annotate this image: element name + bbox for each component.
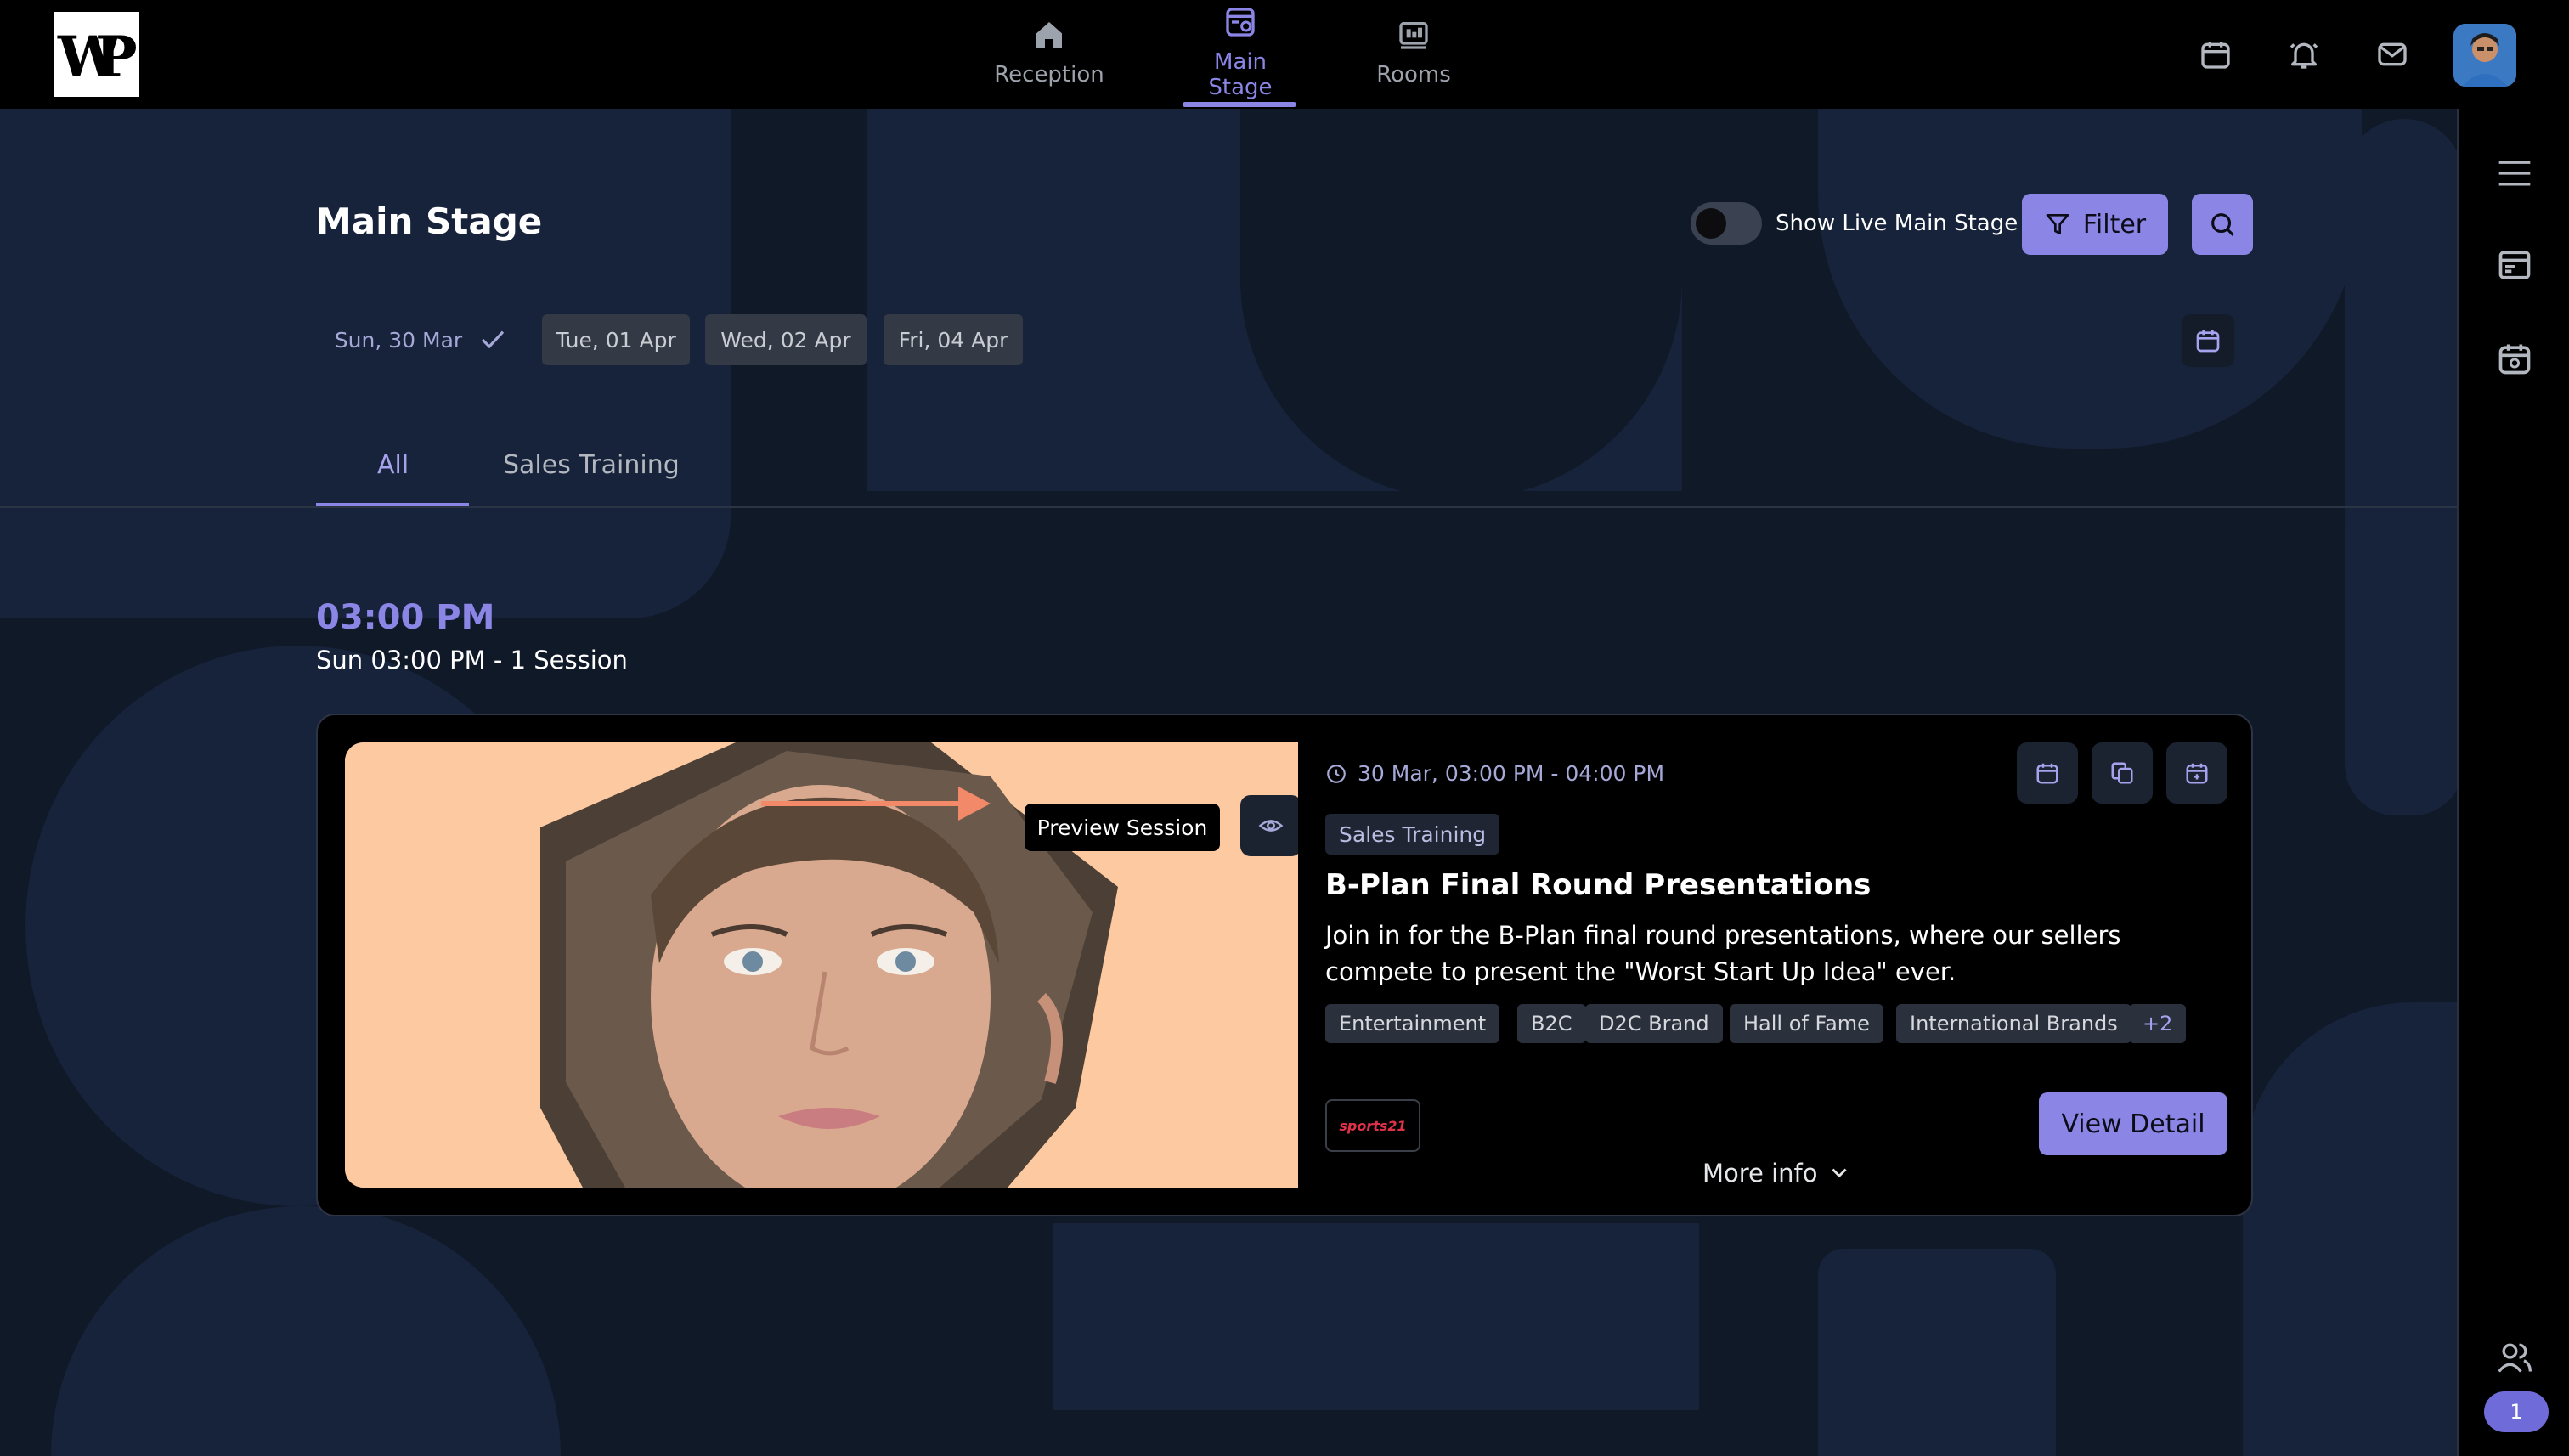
app-logo[interactable]: W P [54,12,139,97]
page-title: Main Stage [316,200,543,242]
divider [0,506,2457,508]
toggle-knob [1696,208,1726,239]
filter-icon [2046,214,2069,234]
rooms-icon [1399,22,1428,49]
filter-label: Filter [2082,209,2147,240]
date-chip-label: Tue, 01 Apr [556,327,676,353]
attendees-icon[interactable] [2496,1339,2533,1376]
nav-active-indicator [1183,102,1296,107]
more-info-toggle[interactable]: More info [1702,1159,1850,1188]
date-chip-label: Wed, 02 Apr [720,327,851,353]
date-chip-wed-02-apr[interactable]: Wed, 02 Apr [705,314,867,365]
session-description: Join in for the B-Plan final round prese… [1325,921,2121,986]
check-icon [482,330,505,349]
session-datetime: 30 Mar, 03:00 PM - 04:00 PM [1325,761,1664,786]
toggle-label: Show Live Main Stage [1776,211,2019,236]
calendar-icon [2196,330,2220,353]
date-chip-tue-01-apr[interactable]: Tue, 01 Apr [542,314,690,365]
session-tag: International Brands [1896,1004,2131,1043]
tab-sales-training[interactable]: Sales Training [503,450,680,480]
session-tag: B2C [1517,1004,1586,1043]
date-chip-fri-04-apr[interactable]: Fri, 04 Apr [884,314,1023,365]
session-track-badge: Sales Training [1325,814,1500,855]
date-chip-label: Fri, 04 Apr [898,327,1008,353]
attendees-count-badge: 1 [2484,1391,2549,1432]
date-chip-sun-30-mar[interactable]: Sun, 30 Mar [319,314,523,365]
copy-icon [2111,762,2133,784]
nav-rooms[interactable]: Rooms [1368,0,1460,109]
session-tag: D2C Brand [1585,1004,1723,1043]
eye-icon [1258,820,1284,832]
clock-icon [1327,764,1346,783]
nav-reception-label: Reception [994,62,1104,87]
user-avatar[interactable] [2453,24,2516,87]
more-tags-badge[interactable]: +2 [2129,1004,2187,1043]
agenda-icon[interactable] [2496,246,2533,284]
nav-rooms-label: Rooms [1376,62,1451,87]
sponsor-logo-text: sports21 [1339,1117,1407,1134]
add-to-calendar-button[interactable] [2017,742,2078,804]
sponsor-logo[interactable]: sports21 [1325,1099,1420,1152]
home-icon [1036,22,1062,48]
calendar-icon [2036,763,2058,784]
session-tag: Entertainment [1325,1004,1500,1043]
avatar-image [2453,24,2516,87]
filter-button[interactable]: Filter [2022,194,2168,255]
tab-all[interactable]: All [377,450,409,480]
bell-icon[interactable] [2287,37,2321,71]
calendar-add-icon [2186,763,2208,784]
top-navigation-bar: W P Reception Main Stage Rooms [0,0,2569,109]
search-icon [2211,213,2234,236]
live-main-stage-toggle[interactable] [1691,202,1762,245]
view-detail-button[interactable]: View Detail [2039,1092,2227,1155]
nav-main-stage-label: Main Stage [1208,49,1273,100]
schedule-meeting-button[interactable] [2166,742,2227,804]
svg-text:P: P [95,24,138,88]
more-info-label: More info [1702,1159,1818,1188]
copy-session-button[interactable] [2092,742,2153,804]
wp-logo-icon: W P [57,24,138,88]
session-card: Preview Session 30 Mar, 03:00 PM - 04:00… [316,714,2253,1216]
session-title[interactable]: B-Plan Final Round Presentations [1325,868,1871,902]
mail-icon[interactable] [2375,37,2409,71]
nav-reception[interactable]: Reception [994,0,1104,109]
time-slot-subtitle: Sun 03:00 PM - 1 Session [316,646,628,674]
nav-main-stage[interactable]: Main Stage [1179,0,1301,109]
view-detail-label: View Detail [2061,1109,2205,1139]
stage-icon [1226,8,1255,37]
preview-session-tooltip: Preview Session [1025,804,1220,851]
session-thumbnail[interactable]: Preview Session [345,742,1298,1188]
menu-icon[interactable] [2496,155,2533,192]
session-datetime-text: 30 Mar, 03:00 PM - 04:00 PM [1358,761,1665,786]
date-chip-label: Sun, 30 Mar [334,327,463,353]
schedule-calendar-icon[interactable] [2496,340,2533,377]
calendar-icon[interactable] [2199,37,2233,71]
right-sidebar: 1 [2457,109,2569,1456]
search-button[interactable] [2192,194,2253,255]
time-slot-heading: 03:00 PM [316,598,495,637]
date-picker-button[interactable] [2182,314,2234,367]
preview-session-button[interactable] [1240,795,1298,856]
chevron-down-icon [1831,1168,1847,1178]
session-tag: Hall of Fame [1730,1004,1883,1043]
